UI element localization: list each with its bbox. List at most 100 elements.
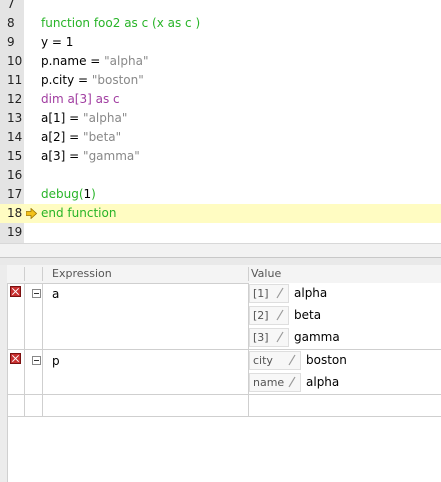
code-line[interactable]: 11 p.city = "boston" xyxy=(0,71,441,90)
current-code-line[interactable]: 18 end function xyxy=(0,204,441,223)
watch-child-row[interactable]: name alpha xyxy=(249,372,441,394)
line-number: 7 xyxy=(7,0,15,11)
column-separator xyxy=(42,350,43,394)
line-number: 12 xyxy=(7,92,23,106)
column-separator xyxy=(248,395,249,416)
code-text[interactable]: debug(1) xyxy=(41,185,96,204)
column-separator xyxy=(24,395,25,416)
code-text[interactable]: p.city = "boston" xyxy=(41,71,144,90)
watch-expression[interactable]: a xyxy=(52,287,59,301)
code-token: "alpha" xyxy=(83,111,128,125)
code-text[interactable]: dim a[3] as c xyxy=(41,90,120,109)
pencil-icon[interactable] xyxy=(275,331,285,343)
line-number: 16 xyxy=(7,168,23,182)
collapse-icon[interactable] xyxy=(32,289,41,298)
pencil-icon[interactable] xyxy=(275,287,285,299)
code-text[interactable]: a[2] = "beta" xyxy=(41,128,121,147)
code-text[interactable]: a[3] = "gamma" xyxy=(41,147,140,166)
child-key: city xyxy=(253,354,273,367)
column-separator xyxy=(42,395,43,416)
code-token: = xyxy=(86,54,105,68)
line-number: 8 xyxy=(7,16,15,30)
watch-child-row[interactable]: [1] alpha xyxy=(249,283,441,306)
child-key: [2] xyxy=(253,309,269,322)
watch-expression[interactable]: p xyxy=(52,354,60,368)
code-text[interactable]: function foo2 as c (x as c ) xyxy=(41,14,200,33)
code-line[interactable]: 15 a[3] = "gamma" xyxy=(0,147,441,166)
code-text[interactable]: p.name = "alpha" xyxy=(41,52,148,71)
code-token: p.city xyxy=(41,73,75,87)
code-text[interactable]: end function xyxy=(41,204,116,223)
code-token: "beta" xyxy=(83,130,122,144)
line-number: 15 xyxy=(7,149,23,163)
header-separator[interactable] xyxy=(248,267,249,281)
collapse-icon[interactable] xyxy=(32,356,41,365)
watch-row-p[interactable]: p city boston name alpha xyxy=(7,350,441,395)
code-editor[interactable]: 7 8 function foo2 as c (x as c ) 9 y = 1 10 p.… xyxy=(0,0,441,243)
column-separator xyxy=(42,283,43,349)
watch-child-row[interactable]: city boston xyxy=(249,350,441,373)
header-separator xyxy=(24,267,25,281)
child-value[interactable]: gamma xyxy=(294,327,340,348)
child-value[interactable]: alpha xyxy=(294,283,327,304)
child-key: [3] xyxy=(253,331,269,344)
code-line[interactable]: 8 function foo2 as c (x as c ) xyxy=(0,14,441,33)
code-token: a[3] xyxy=(41,149,66,163)
watch-child-row[interactable]: [2] beta xyxy=(249,305,441,328)
child-value[interactable]: alpha xyxy=(306,372,339,393)
child-key: name xyxy=(253,376,285,389)
code-line[interactable]: 17 debug(1) xyxy=(0,185,441,204)
code-line[interactable]: 10 p.name = "alpha" xyxy=(0,52,441,71)
code-text[interactable]: y = 1 xyxy=(41,33,73,52)
code-token: "boston" xyxy=(91,73,144,87)
watch-header: Expression Value xyxy=(7,265,441,284)
code-line[interactable]: 19 xyxy=(0,223,441,242)
line-number: 17 xyxy=(7,187,23,201)
line-number: 19 xyxy=(7,225,23,239)
code-line[interactable]: 14 a[2] = "beta" xyxy=(0,128,441,147)
editor-horizontal-scrollbar[interactable] xyxy=(0,243,441,257)
code-token: "alpha" xyxy=(104,54,149,68)
pencil-icon[interactable] xyxy=(275,309,285,321)
code-token: p.name xyxy=(41,54,87,68)
line-number: 9 xyxy=(7,35,15,49)
code-token: a[1] xyxy=(41,111,66,125)
execution-arrow-icon xyxy=(26,208,37,219)
new-watch-row[interactable] xyxy=(7,395,441,417)
column-separator xyxy=(24,283,25,349)
code-line[interactable]: 7 xyxy=(0,0,441,14)
child-value[interactable]: beta xyxy=(294,305,321,326)
value-column-header[interactable]: Value xyxy=(251,265,281,283)
code-token: "gamma" xyxy=(83,149,140,163)
remove-watch-icon[interactable] xyxy=(10,286,21,297)
code-token: debug( xyxy=(41,187,84,201)
code-token: function foo2 as c (x as c ) xyxy=(41,16,201,30)
line-number: 13 xyxy=(7,111,23,125)
code-token: dim a[3] as c xyxy=(41,92,120,106)
column-separator xyxy=(24,350,25,394)
code-token: y = 1 xyxy=(41,35,74,49)
code-token: end function xyxy=(41,206,117,220)
code-token: = xyxy=(74,73,92,87)
code-token: a[2] xyxy=(41,130,66,144)
code-line[interactable]: 9 y = 1 xyxy=(0,33,441,52)
remove-watch-icon[interactable] xyxy=(10,353,21,364)
watch-child-row[interactable]: [3] gamma xyxy=(249,327,441,349)
code-text[interactable]: a[1] = "alpha" xyxy=(41,109,127,128)
line-number: 11 xyxy=(7,73,23,87)
expression-column-header[interactable]: Expression xyxy=(52,265,112,283)
child-value[interactable]: boston xyxy=(306,350,347,371)
watch-row-a[interactable]: a [1] alpha [2] beta [3] gamma xyxy=(7,283,441,350)
code-token: ) xyxy=(91,187,96,201)
code-token: = xyxy=(65,149,84,163)
watch-panel: Expression Value a [1] alpha [2] beta [3… xyxy=(0,265,441,482)
pencil-icon[interactable] xyxy=(287,376,297,388)
code-line[interactable]: 13 a[1] = "alpha" xyxy=(0,109,441,128)
code-token: = xyxy=(65,111,84,125)
pencil-icon[interactable] xyxy=(287,354,297,366)
code-line[interactable]: 12 dim a[3] as c xyxy=(0,90,441,109)
line-number: 14 xyxy=(7,130,23,144)
code-line[interactable]: 16 xyxy=(0,166,441,185)
code-token: = xyxy=(65,130,84,144)
line-number: 18 xyxy=(7,206,23,220)
